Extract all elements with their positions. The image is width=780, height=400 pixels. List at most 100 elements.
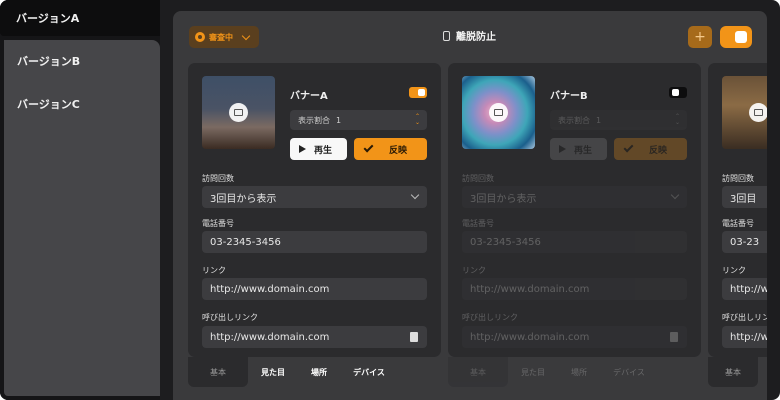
tab-appearance[interactable]: 見た目 bbox=[508, 357, 558, 387]
link-value: http://www.domain.com bbox=[470, 283, 590, 295]
app-window: バージョンA バージョンB バージョンC 審査中 離脱防止 + バナーA 表示割… bbox=[0, 0, 780, 400]
sidebar-item-label: バージョンB bbox=[17, 55, 81, 68]
display-ratio-stepper[interactable]: 表示割合 1 ⌃ ⌄ bbox=[550, 110, 687, 130]
banner-card-b: バナーB 表示割合 1 ⌃⌄ 再生 反映 訪問回数 3回目から表示 電話番号 bbox=[448, 63, 701, 357]
banner-thumbnail[interactable] bbox=[722, 76, 767, 149]
toggle-knob bbox=[735, 31, 747, 43]
phone-field[interactable]: 03-2345-3456 bbox=[202, 231, 427, 253]
play-icon bbox=[299, 145, 306, 153]
sidebar-item-version-a[interactable]: バージョンA bbox=[0, 0, 160, 36]
play-icon bbox=[559, 145, 566, 153]
visits-select[interactable]: 3回目から表示 bbox=[202, 186, 427, 208]
banner-card-a: バナーA 表示割合 1 ⌃⌄ 再生 反映 訪問回数 3回目から表示 電話番号 bbox=[188, 63, 441, 357]
visits-select[interactable]: 3回目から表示 bbox=[462, 186, 687, 208]
tab-basic[interactable]: 基本 bbox=[448, 357, 508, 387]
banner-toggle[interactable] bbox=[409, 87, 427, 98]
visits-label: 訪問回数 bbox=[202, 174, 234, 183]
phone-label: 電話番号 bbox=[722, 219, 754, 228]
tab-location[interactable]: 場所 bbox=[298, 357, 340, 387]
call-link-label: 呼び出しリン bbox=[722, 313, 767, 322]
sidebar-item-version-c[interactable]: バージョンC bbox=[4, 86, 160, 122]
visits-label: 訪問回数 bbox=[722, 174, 754, 183]
banner-title: バナーB bbox=[550, 91, 588, 102]
page-title-group: 離脱防止 bbox=[443, 28, 496, 43]
check-icon bbox=[363, 142, 374, 153]
check-icon bbox=[623, 142, 634, 153]
door-icon bbox=[443, 30, 450, 41]
ratio-value: 1 bbox=[596, 115, 602, 125]
call-link-value: http://www.domain.com bbox=[210, 331, 330, 343]
visits-label: 訪問回数 bbox=[462, 174, 494, 183]
page-title: 離脱防止 bbox=[456, 32, 496, 43]
sidebar-item-label: バージョンA bbox=[16, 12, 80, 25]
phone-label: 電話番号 bbox=[202, 219, 234, 228]
phone-field[interactable]: 03-2345-3456 bbox=[462, 231, 687, 253]
banner-title: バナーA bbox=[290, 91, 328, 102]
play-label: 再生 bbox=[574, 145, 593, 156]
play-button[interactable]: 再生 bbox=[290, 138, 347, 160]
tab-location[interactable]: 場所 bbox=[558, 357, 600, 387]
display-ratio-stepper[interactable]: 表示割合 1 ⌃ ⌄ bbox=[290, 110, 427, 130]
call-link-field[interactable]: http://www.domain.com bbox=[202, 326, 427, 348]
chevron-down-icon bbox=[670, 190, 680, 200]
tab-device[interactable]: デバイス bbox=[340, 357, 398, 387]
plus-icon: + bbox=[694, 29, 706, 45]
add-button[interactable]: + bbox=[688, 26, 712, 48]
tab-appearance[interactable]: 見た目 bbox=[248, 357, 298, 387]
image-icon bbox=[489, 103, 508, 122]
link-field[interactable]: http://w bbox=[722, 278, 767, 300]
call-link-value: http://www.domain.com bbox=[470, 331, 590, 343]
link-label: リンク bbox=[462, 266, 486, 275]
tab-basic[interactable]: 基本 bbox=[708, 357, 758, 387]
status-dropdown[interactable]: 審査中 bbox=[189, 26, 259, 48]
chevron-down-icon bbox=[241, 31, 251, 40]
banner-card-c: 訪問回数 3回目 電話番号 03-23 リンク http://w 呼び出しリン … bbox=[708, 63, 767, 357]
visits-value: 3回目 bbox=[730, 193, 757, 205]
copy-icon[interactable] bbox=[670, 332, 678, 342]
main-panel: 審査中 離脱防止 + バナーA 表示割合 1 ⌃ ⌄ 再生 反映 訪問回数 3回… bbox=[173, 11, 767, 400]
phone-label: 電話番号 bbox=[462, 219, 494, 228]
link-label: リンク bbox=[722, 266, 746, 275]
ratio-value: 1 bbox=[336, 115, 342, 125]
play-button[interactable]: 再生 bbox=[550, 138, 607, 160]
card-c-tabs: 基本 bbox=[708, 357, 767, 387]
stepper-arrows-icon: ⌃ ⌄ bbox=[414, 113, 420, 126]
apply-label: 反映 bbox=[389, 145, 408, 156]
visits-select[interactable]: 3回目 bbox=[722, 186, 767, 208]
phone-value: 03-23 bbox=[730, 236, 760, 248]
link-field[interactable]: http://www.domain.com bbox=[202, 278, 427, 300]
image-icon bbox=[749, 103, 767, 122]
global-toggle[interactable] bbox=[720, 26, 752, 48]
status-label: 審査中 bbox=[209, 32, 233, 42]
apply-button[interactable]: 反映 bbox=[354, 138, 427, 160]
ratio-label: 表示割合 bbox=[298, 115, 330, 125]
link-label: リンク bbox=[202, 266, 226, 275]
stepper-arrows-icon: ⌃ ⌄ bbox=[674, 113, 680, 126]
image-icon bbox=[229, 103, 248, 122]
call-link-label: 呼び出しリンク bbox=[202, 313, 258, 322]
phone-field[interactable]: 03-23 bbox=[722, 231, 767, 253]
phone-value: 03-2345-3456 bbox=[470, 236, 541, 248]
tab-device[interactable]: デバイス bbox=[600, 357, 658, 387]
ratio-label: 表示割合 bbox=[558, 115, 590, 125]
chevron-down-icon bbox=[410, 190, 420, 200]
banner-toggle[interactable] bbox=[669, 87, 687, 98]
visits-value: 3回目から表示 bbox=[470, 193, 537, 205]
sidebar-item-version-b[interactable]: バージョンB bbox=[4, 43, 160, 79]
tab-basic[interactable]: 基本 bbox=[188, 357, 248, 387]
visits-value: 3回目から表示 bbox=[210, 193, 277, 205]
banner-thumbnail[interactable] bbox=[202, 76, 275, 149]
link-field[interactable]: http://www.domain.com bbox=[462, 278, 687, 300]
play-label: 再生 bbox=[314, 145, 333, 156]
phone-value: 03-2345-3456 bbox=[210, 236, 281, 248]
call-link-field[interactable]: http://www.domain.com bbox=[462, 326, 687, 348]
call-link-value: http://w bbox=[730, 331, 767, 343]
copy-icon[interactable] bbox=[410, 332, 418, 342]
call-link-field[interactable]: http://w bbox=[722, 326, 767, 348]
sidebar-item-label: バージョンC bbox=[17, 98, 80, 111]
banner-thumbnail[interactable] bbox=[462, 76, 535, 149]
card-a-tabs: 基本 見た目 場所 デバイス bbox=[188, 357, 441, 387]
apply-button[interactable]: 反映 bbox=[614, 138, 687, 160]
link-value: http://www.domain.com bbox=[210, 283, 330, 295]
status-dot-icon bbox=[195, 32, 205, 42]
